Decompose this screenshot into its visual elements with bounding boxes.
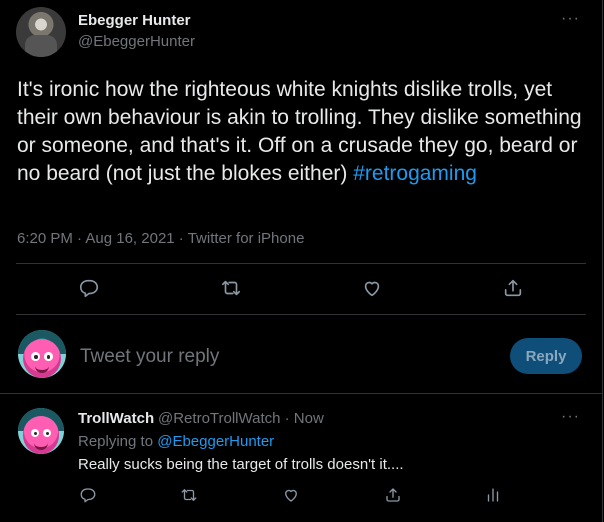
reply-input[interactable]: Tweet your reply — [80, 346, 219, 368]
more-options-icon[interactable]: ··· — [561, 408, 580, 426]
tweet-meta: 6:20 PM · Aug 16, 2021 · Twitter for iPh… — [17, 230, 304, 247]
reply-icon[interactable] — [77, 276, 101, 300]
divider — [0, 393, 602, 394]
tweet-text: It's ironic how the righteous white knig… — [17, 76, 592, 188]
retweet-icon[interactable] — [178, 484, 200, 506]
divider — [16, 263, 586, 264]
reply-author-avatar[interactable] — [18, 408, 64, 454]
user-avatar[interactable] — [18, 330, 66, 378]
tweet-source[interactable]: Twitter for iPhone — [188, 230, 305, 247]
replying-to-link[interactable]: @EbeggerHunter — [157, 433, 274, 450]
reply-composer: Tweet your reply Reply — [0, 322, 602, 392]
tweet-text-body: It's ironic how the righteous white knig… — [17, 78, 582, 185]
author-name[interactable]: Ebegger Hunter — [78, 12, 191, 29]
tweet-date[interactable]: Aug 16, 2021 — [85, 230, 174, 247]
analytics-icon[interactable] — [482, 484, 504, 506]
more-options-icon[interactable]: ··· — [561, 10, 580, 28]
meta-separator: · — [72, 230, 86, 247]
reply-actions — [0, 484, 602, 508]
reply-icon[interactable] — [77, 484, 99, 506]
heart-icon[interactable] — [280, 484, 302, 506]
meta-separator: · — [174, 230, 188, 247]
reply-button[interactable]: Reply — [510, 338, 582, 374]
tweet-actions — [0, 276, 602, 304]
avatar-eye — [43, 352, 53, 361]
author-handle[interactable]: @EbeggerHunter — [78, 33, 195, 50]
tweet-detail: Ebegger Hunter @EbeggerHunter ··· It's i… — [0, 0, 603, 522]
avatar-eye — [31, 352, 41, 361]
share-icon[interactable] — [382, 484, 404, 506]
heart-icon[interactable] — [360, 276, 384, 300]
replying-to: Replying to @EbeggerHunter — [78, 433, 274, 450]
retweet-icon[interactable] — [219, 276, 243, 300]
divider — [16, 314, 586, 315]
reply-tweet[interactable]: TrollWatch @RetroTrollWatch · Now ··· Re… — [0, 398, 602, 522]
hashtag-link[interactable]: #retrogaming — [353, 162, 477, 185]
author-avatar[interactable] — [16, 7, 66, 57]
reply-author-handle[interactable]: @RetroTrollWatch · Now — [158, 410, 324, 427]
tweet-time[interactable]: 6:20 PM — [17, 230, 73, 247]
reply-text: Really sucks being the target of trolls … — [78, 456, 404, 473]
share-icon[interactable] — [501, 276, 525, 300]
reply-author-name[interactable]: TrollWatch — [78, 410, 154, 427]
replying-prefix: Replying to — [78, 433, 158, 450]
